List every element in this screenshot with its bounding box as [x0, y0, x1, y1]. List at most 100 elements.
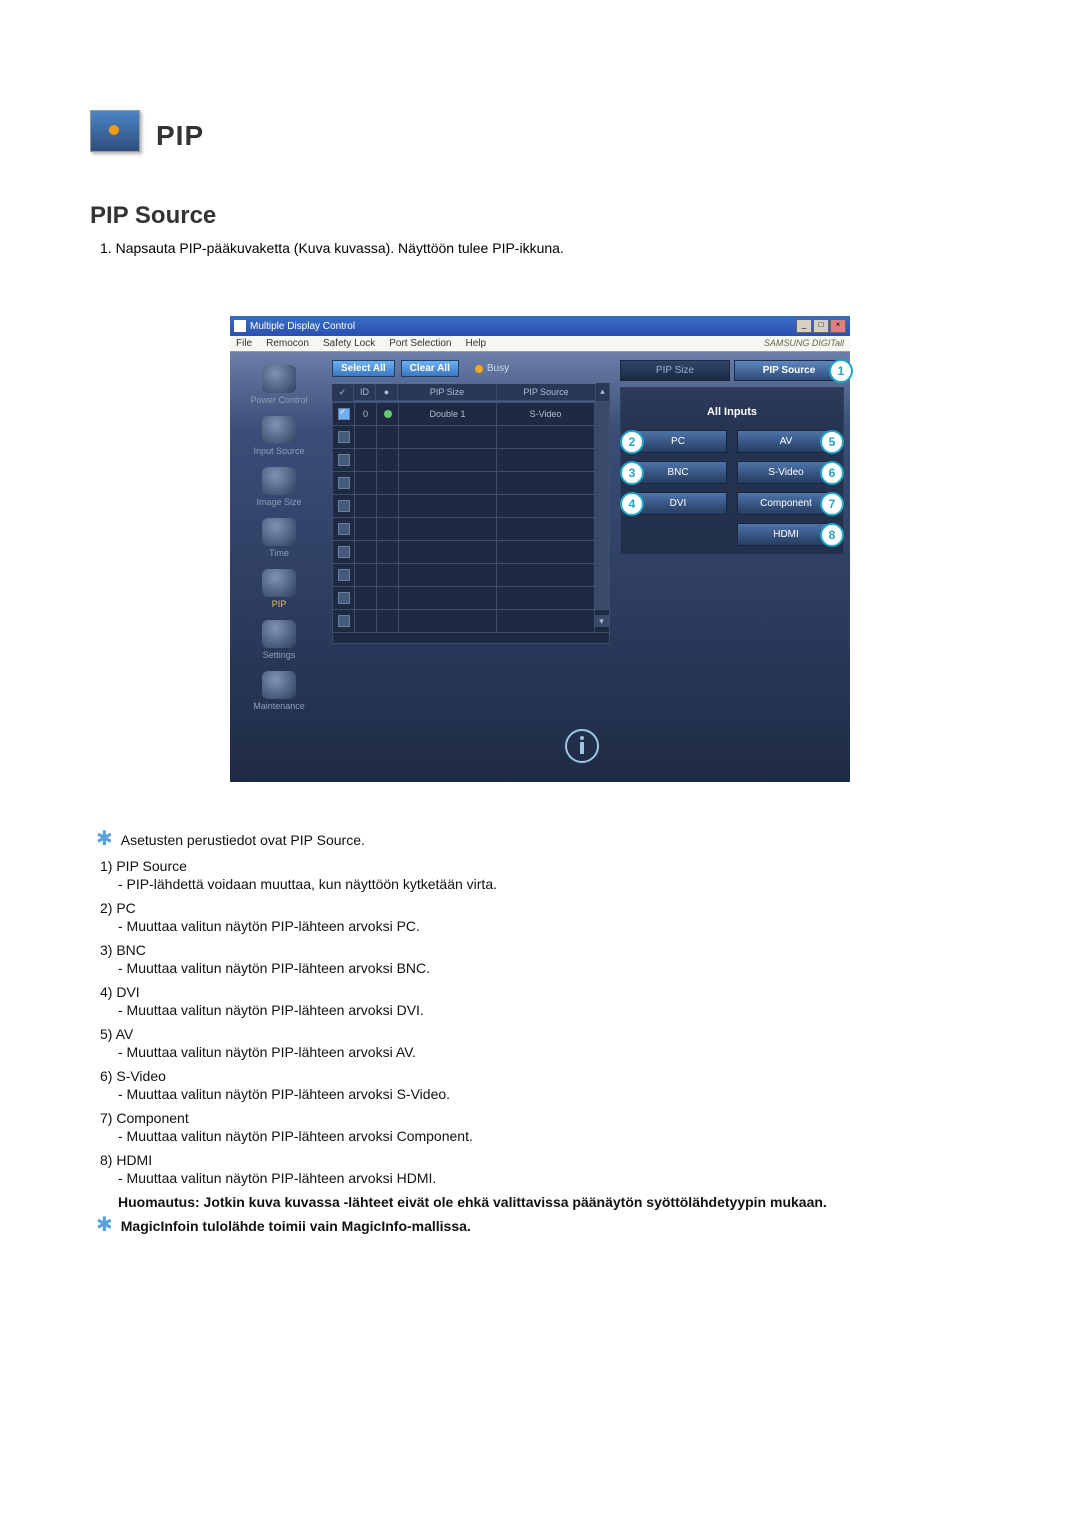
brand-label: SAMSUNG DIGITall [764, 338, 844, 349]
scroll-down-button[interactable]: ▾ [595, 615, 609, 627]
menu-port-selection[interactable]: Port Selection [389, 338, 451, 349]
sidebar-item-settings[interactable]: Settings [230, 617, 328, 668]
list-item: 7) Component [100, 1110, 990, 1126]
callout-1: 1 [829, 359, 853, 383]
page-title: PIP [156, 120, 204, 152]
close-button[interactable]: × [830, 319, 846, 333]
callout-8: 8 [820, 523, 844, 547]
table-row [333, 426, 609, 449]
row-checkbox[interactable] [338, 500, 350, 512]
btn-label: DVI [670, 498, 687, 509]
section-title: PIP Source [90, 202, 990, 230]
sidebar-label: Maintenance [230, 701, 328, 711]
list-item-desc: - Muuttaa valitun näytön PIP-lähteen arv… [118, 960, 990, 976]
row-checkbox[interactable] [338, 477, 350, 489]
busy-indicator: Busy [475, 363, 509, 374]
bnc-button[interactable]: 3 BNC [629, 461, 727, 484]
list-item: 5) AV [100, 1026, 990, 1042]
tab-pip-source[interactable]: PIP Source 1 [734, 360, 844, 381]
tab-label: PIP Size [656, 365, 694, 376]
callout-6: 6 [820, 461, 844, 485]
menu-file[interactable]: File [236, 338, 252, 349]
note-intro: Asetusten perustiedot ovat PIP Source. [121, 832, 365, 848]
input-source-icon [262, 416, 296, 444]
sidebar-item-input-source[interactable]: Input Source [230, 413, 328, 464]
list-item: 8) HDMI [100, 1152, 990, 1168]
time-icon [262, 518, 296, 546]
callout-2: 2 [620, 430, 644, 454]
tab-pip-size[interactable]: PIP Size [620, 360, 730, 381]
menu-help[interactable]: Help [465, 338, 486, 349]
table-row [333, 518, 609, 541]
list-item-desc: - Muuttaa valitun näytön PIP-lähteen arv… [118, 1044, 990, 1060]
col-status: ● [376, 384, 398, 401]
scroll-track[interactable] [595, 403, 609, 425]
scroll-up-button[interactable]: ▴ [596, 383, 610, 402]
sidebar-item-pip[interactable]: PIP [230, 566, 328, 617]
sidebar-item-time[interactable]: Time [230, 515, 328, 566]
dvi-button[interactable]: 4 DVI [629, 492, 727, 515]
sidebar-item-power-control[interactable]: Power Control [230, 362, 328, 413]
busy-label: Busy [487, 363, 509, 374]
btn-label: BNC [667, 467, 688, 478]
row-checkbox[interactable] [338, 615, 350, 627]
list-item: 2) PC [100, 900, 990, 916]
select-all-button[interactable]: Select All [332, 360, 395, 377]
table-row [333, 541, 609, 564]
list-item-desc: - Muuttaa valitun näytön PIP-lähteen arv… [118, 1002, 990, 1018]
menu-safety-lock[interactable]: Safety Lock [323, 338, 375, 349]
sidebar-item-maintenance[interactable]: Maintenance [230, 668, 328, 719]
btn-label: HDMI [773, 529, 799, 540]
intro-line: 1. Napsauta PIP-pääkuvaketta (Kuva kuvas… [100, 240, 990, 256]
row-checkbox[interactable] [338, 454, 350, 466]
intro-text: Napsauta PIP-pääkuvaketta (Kuva kuvassa)… [116, 240, 564, 256]
table-row [333, 495, 609, 518]
av-button[interactable]: AV 5 [737, 430, 835, 453]
row-checkbox[interactable] [338, 431, 350, 443]
sidebar: Power Control Input Source Image Size Ti… [230, 352, 328, 782]
svideo-button[interactable]: S-Video 6 [737, 461, 835, 484]
row-checkbox[interactable] [338, 569, 350, 581]
star-icon: ✱ [96, 1218, 113, 1232]
sidebar-label: Power Control [230, 395, 328, 405]
intro-number: 1. [100, 240, 112, 256]
table-row[interactable]: 0 Double 1 S-Video [333, 403, 609, 426]
clear-all-button[interactable]: Clear All [401, 360, 459, 377]
menu-remocon[interactable]: Remocon [266, 338, 309, 349]
component-button[interactable]: Component 7 [737, 492, 835, 515]
maximize-button[interactable]: □ [813, 319, 829, 333]
row-checkbox[interactable] [338, 546, 350, 558]
sidebar-item-image-size[interactable]: Image Size [230, 464, 328, 515]
minimize-button[interactable]: _ [796, 319, 812, 333]
col-pip-size: PIP Size [398, 384, 497, 401]
pip-title-icon [90, 110, 140, 152]
row-pip-size: Double 1 [399, 403, 497, 425]
center-panel: Select All Clear All Busy ✓ ID ● PIP Siz… [328, 352, 614, 782]
col-pip-source: PIP Source [497, 384, 596, 401]
note-magicinfo: MagicInfoin tulolähde toimii vain MagicI… [121, 1218, 471, 1234]
power-icon [262, 365, 296, 393]
grid-header: ✓ ID ● PIP Size PIP Source ▴ [332, 383, 610, 402]
table-row: ▾ [333, 610, 609, 633]
table-row [333, 564, 609, 587]
callout-7: 7 [820, 492, 844, 516]
footer-area [332, 644, 610, 774]
row-checkbox[interactable] [338, 408, 350, 420]
table-row [333, 449, 609, 472]
caution-text: Huomautus: Jotkin kuva kuvassa -lähteet … [118, 1194, 990, 1210]
row-checkbox[interactable] [338, 523, 350, 535]
pc-button[interactable]: 2 PC [629, 430, 727, 453]
sidebar-label: Time [230, 548, 328, 558]
mdc-window: Multiple Display Control _ □ × File Remo… [230, 316, 850, 782]
window-title: Multiple Display Control [250, 321, 355, 332]
app-icon [234, 320, 246, 332]
menu-bar: File Remocon Safety Lock Port Selection … [230, 336, 850, 352]
inputs-title: All Inputs [629, 406, 835, 418]
list-item: 1) PIP Source [100, 858, 990, 874]
list-item-desc: - Muuttaa valitun näytön PIP-lähteen arv… [118, 1128, 990, 1144]
row-checkbox[interactable] [338, 592, 350, 604]
hdmi-button[interactable]: HDMI 8 [737, 523, 835, 546]
list-item-desc: - Muuttaa valitun näytön PIP-lähteen arv… [118, 1086, 990, 1102]
status-led-icon [384, 410, 392, 418]
col-id: ID [354, 384, 376, 401]
